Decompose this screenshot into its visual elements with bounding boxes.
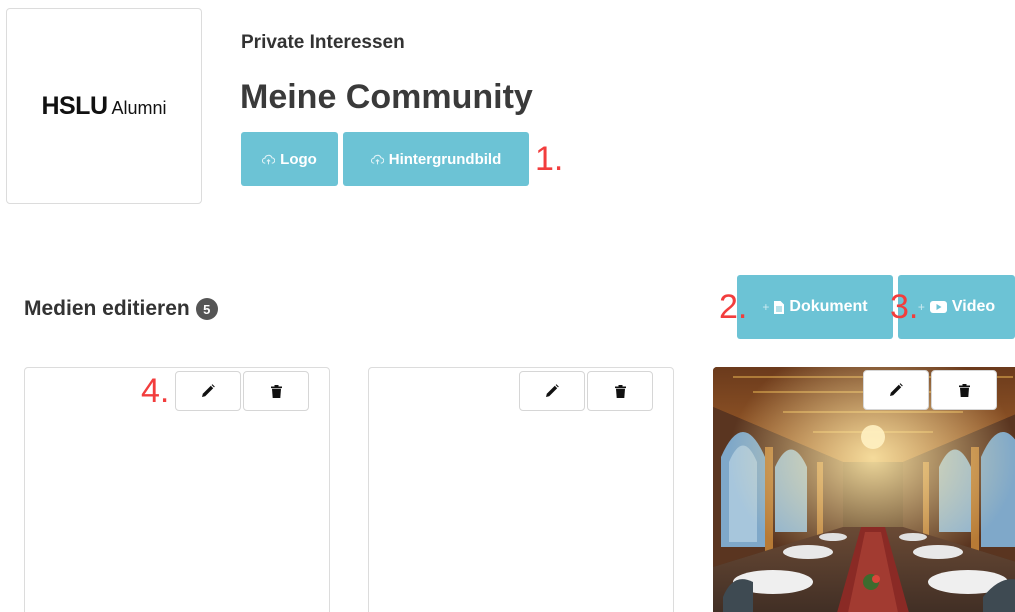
community-edit-page: HSLU Alumni Private Interessen Meine Com… — [0, 0, 1015, 612]
community-category: Private Interessen — [241, 32, 405, 53]
upload-logo-label: Logo — [280, 150, 317, 168]
youtube-icon — [929, 301, 947, 313]
pencil-icon — [890, 383, 903, 396]
annotation-4: 4. — [141, 372, 170, 410]
add-document-button[interactable]: + Dokument — [737, 275, 893, 339]
annotation-1: 1. — [535, 140, 564, 178]
plus-icon: + — [762, 300, 770, 314]
logo-sub-text: Alumni — [111, 97, 167, 118]
edit-media-button[interactable] — [175, 371, 241, 411]
edit-media-button[interactable] — [519, 371, 585, 411]
cloud-upload-icon — [370, 154, 384, 164]
media-count-badge: 5 — [195, 298, 218, 320]
delete-media-button[interactable] — [243, 371, 309, 411]
trash-icon — [614, 384, 626, 398]
annotation-2: 2. — [719, 288, 748, 326]
media-card-actions — [519, 371, 653, 411]
trash-icon — [270, 384, 282, 398]
pencil-icon — [202, 384, 215, 397]
trash-icon — [958, 383, 970, 397]
media-section-title: Medien editieren 5 — [24, 297, 218, 321]
annotation-3: 3. — [890, 288, 919, 326]
media-card — [24, 367, 330, 612]
add-document-label: Dokument — [789, 298, 868, 315]
media-card-actions — [863, 370, 997, 410]
hslu-alumni-logo: HSLU Alumni — [41, 92, 166, 121]
community-logo-card: HSLU Alumni — [6, 8, 202, 204]
media-card — [713, 367, 1015, 612]
upload-background-label: Hintergrundbild — [388, 150, 502, 168]
page-title: Meine Community — [240, 78, 533, 116]
logo-main-text: HSLU — [41, 91, 108, 120]
pencil-icon — [546, 384, 559, 397]
add-video-label: Video — [951, 298, 996, 315]
delete-media-button[interactable] — [587, 371, 653, 411]
delete-media-button[interactable] — [931, 370, 997, 410]
media-card — [368, 367, 674, 612]
plus-icon: + — [917, 300, 925, 314]
edit-media-button[interactable] — [863, 370, 929, 410]
cloud-upload-icon — [262, 154, 276, 164]
document-icon — [774, 300, 785, 314]
media-card-actions — [175, 371, 309, 411]
upload-logo-button[interactable]: Logo — [241, 132, 338, 186]
upload-background-button[interactable]: Hintergrundbild — [343, 132, 529, 186]
media-section-label: Medien editieren — [24, 297, 190, 320]
